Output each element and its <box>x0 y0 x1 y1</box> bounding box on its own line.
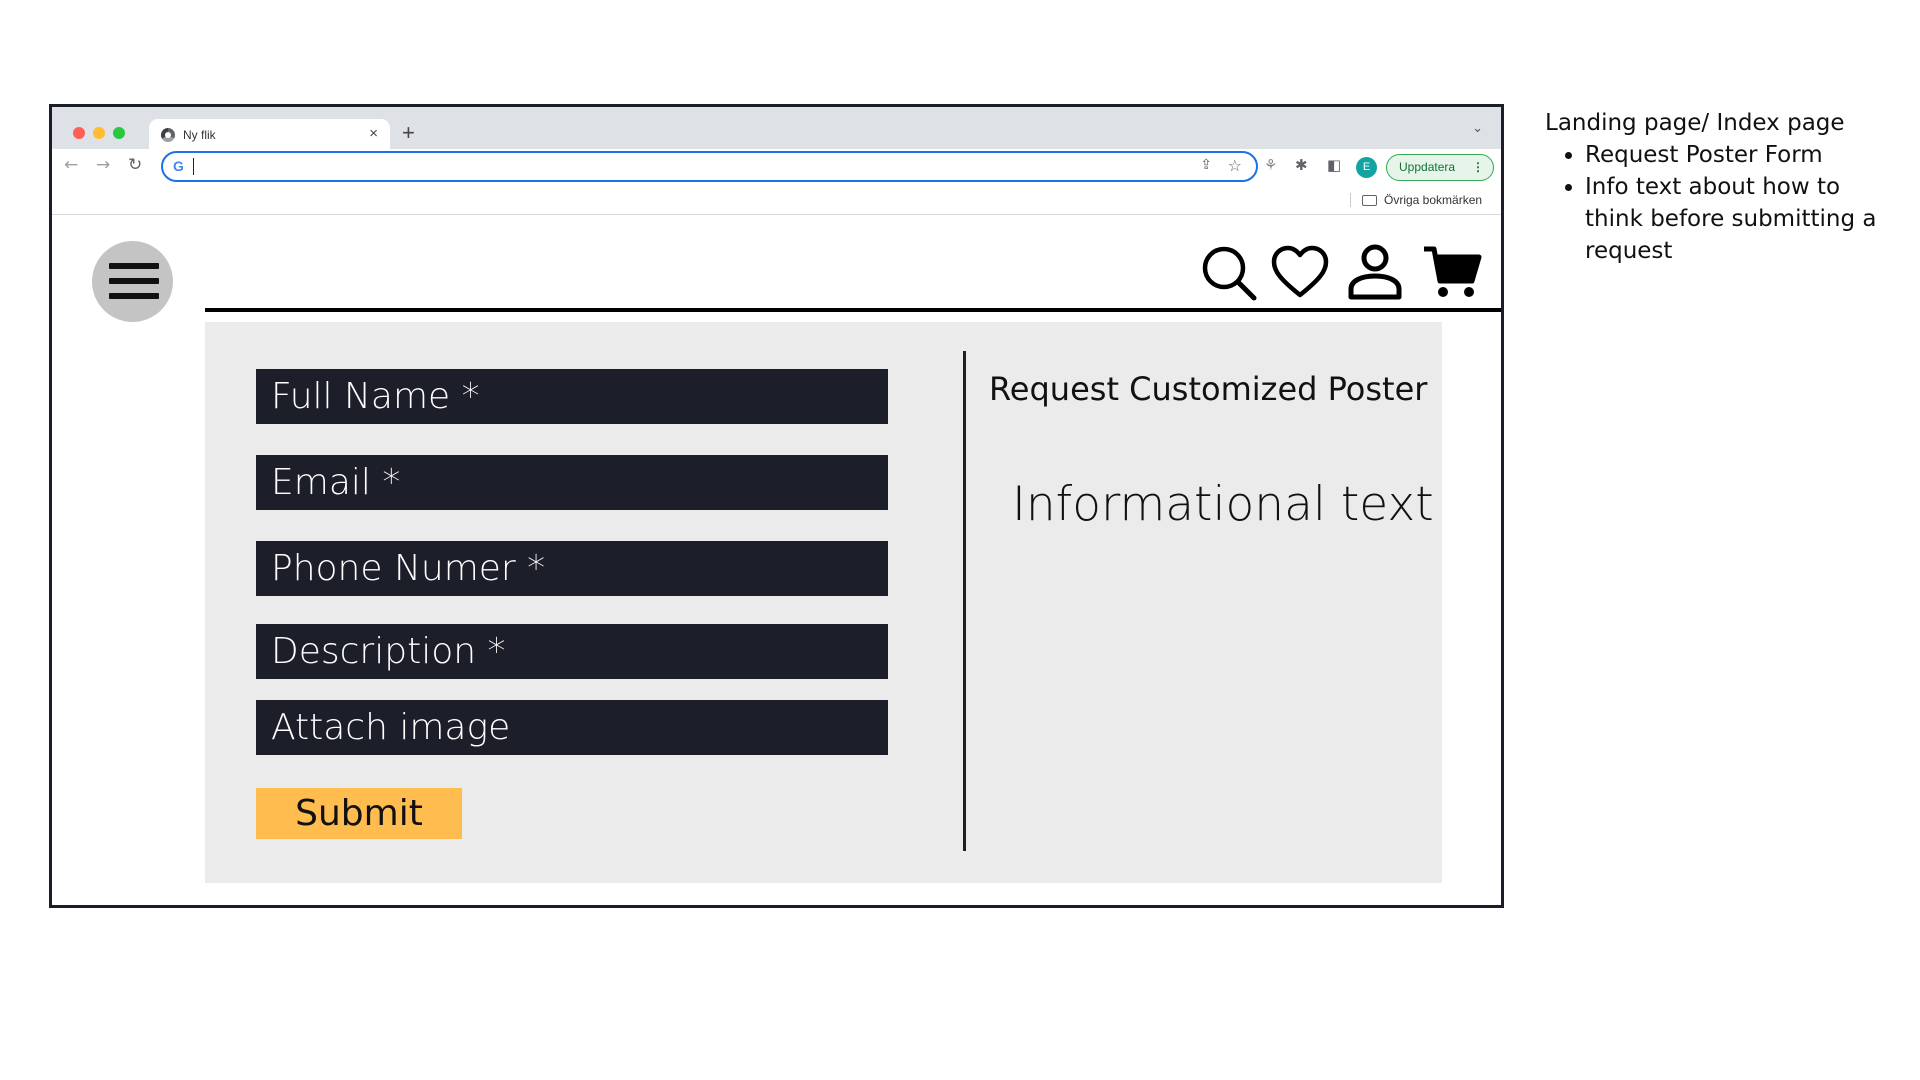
update-button-label: Uppdatera <box>1399 160 1456 174</box>
close-tab-icon[interactable]: × <box>369 125 378 142</box>
hamburger-menu-icon <box>109 263 159 269</box>
chrome-icon <box>161 128 175 142</box>
side-panel-icon[interactable]: ◧ <box>1327 156 1341 174</box>
maximize-window-dot[interactable] <box>113 127 125 139</box>
user-icon[interactable] <box>1347 243 1407 303</box>
extension-icon[interactable]: ⚘ <box>1264 156 1277 174</box>
tab-search-chevron-icon[interactable]: ⌄ <box>1472 121 1483 136</box>
attach-image-field[interactable]: Attach image <box>256 700 888 755</box>
tab-bar: Ny flik × + ⌄ <box>52 107 1501 151</box>
search-icon[interactable] <box>1199 243 1259 303</box>
new-tab-button[interactable]: + <box>402 120 415 146</box>
heart-icon[interactable] <box>1270 243 1330 303</box>
other-bookmarks-link[interactable]: Övriga bokmärken <box>1384 193 1482 207</box>
description-field[interactable]: Description * <box>256 624 888 679</box>
notes-list: Request Poster Form Info text about how … <box>1545 139 1885 267</box>
google-icon: G <box>173 158 184 174</box>
submit-button[interactable]: Submit <box>256 788 462 839</box>
bookmark-star-icon[interactable]: ☆ <box>1228 156 1242 175</box>
puzzle-piece-icon[interactable]: ✱ <box>1295 156 1308 174</box>
notes-item: Info text about how to think before subm… <box>1585 171 1885 267</box>
hamburger-menu-button[interactable] <box>92 241 173 322</box>
phone-number-field[interactable]: Phone Numer * <box>256 541 888 596</box>
forward-arrow-icon[interactable]: → <box>96 155 110 175</box>
profile-avatar[interactable]: E <box>1356 157 1377 178</box>
browser-toolbar: ← → ↻ G ⇪ ☆ ⚘ ✱ ◧ E Uppdatera ⋮ <box>52 149 1501 185</box>
bookmarks-bar: Övriga bokmärken <box>52 185 1501 215</box>
notes-item: Request Poster Form <box>1585 139 1885 171</box>
browser-window: Ny flik × + ⌄ ← → ↻ G ⇪ ☆ ⚘ ✱ ◧ E Uppdat… <box>49 104 1504 908</box>
reload-icon[interactable]: ↻ <box>128 155 142 175</box>
full-name-field[interactable]: Full Name * <box>256 369 888 424</box>
update-button[interactable]: Uppdatera ⋮ <box>1386 154 1494 181</box>
browser-tab[interactable]: Ny flik × <box>149 119 390 151</box>
minimize-window-dot[interactable] <box>93 127 105 139</box>
tab-title: Ny flik <box>183 128 216 142</box>
panel-divider <box>963 351 966 851</box>
header-divider <box>205 308 1501 312</box>
share-icon[interactable]: ⇪ <box>1200 157 1212 173</box>
panel-title: Request Customized Poster <box>989 370 1428 408</box>
request-poster-form: Full Name * Email * Phone Numer * Descri… <box>205 322 1442 883</box>
back-arrow-icon[interactable]: ← <box>64 155 78 175</box>
cart-icon[interactable] <box>1422 243 1482 303</box>
hamburger-menu-icon <box>109 293 159 299</box>
email-field[interactable]: Email * <box>256 455 888 510</box>
address-bar[interactable]: G ⇪ ☆ <box>161 151 1258 182</box>
kebab-menu-icon[interactable]: ⋮ <box>1472 155 1484 180</box>
hamburger-menu-icon <box>109 278 159 284</box>
informational-text: Informational text <box>1012 477 1434 532</box>
notes-heading: Landing page/ Index page <box>1545 110 1845 136</box>
bookmarks-divider <box>1350 193 1351 207</box>
text-caret <box>193 158 194 175</box>
close-window-dot[interactable] <box>73 127 85 139</box>
folder-icon <box>1362 195 1377 206</box>
annotation-notes: Landing page/ Index page Request Poster … <box>1545 107 1885 267</box>
